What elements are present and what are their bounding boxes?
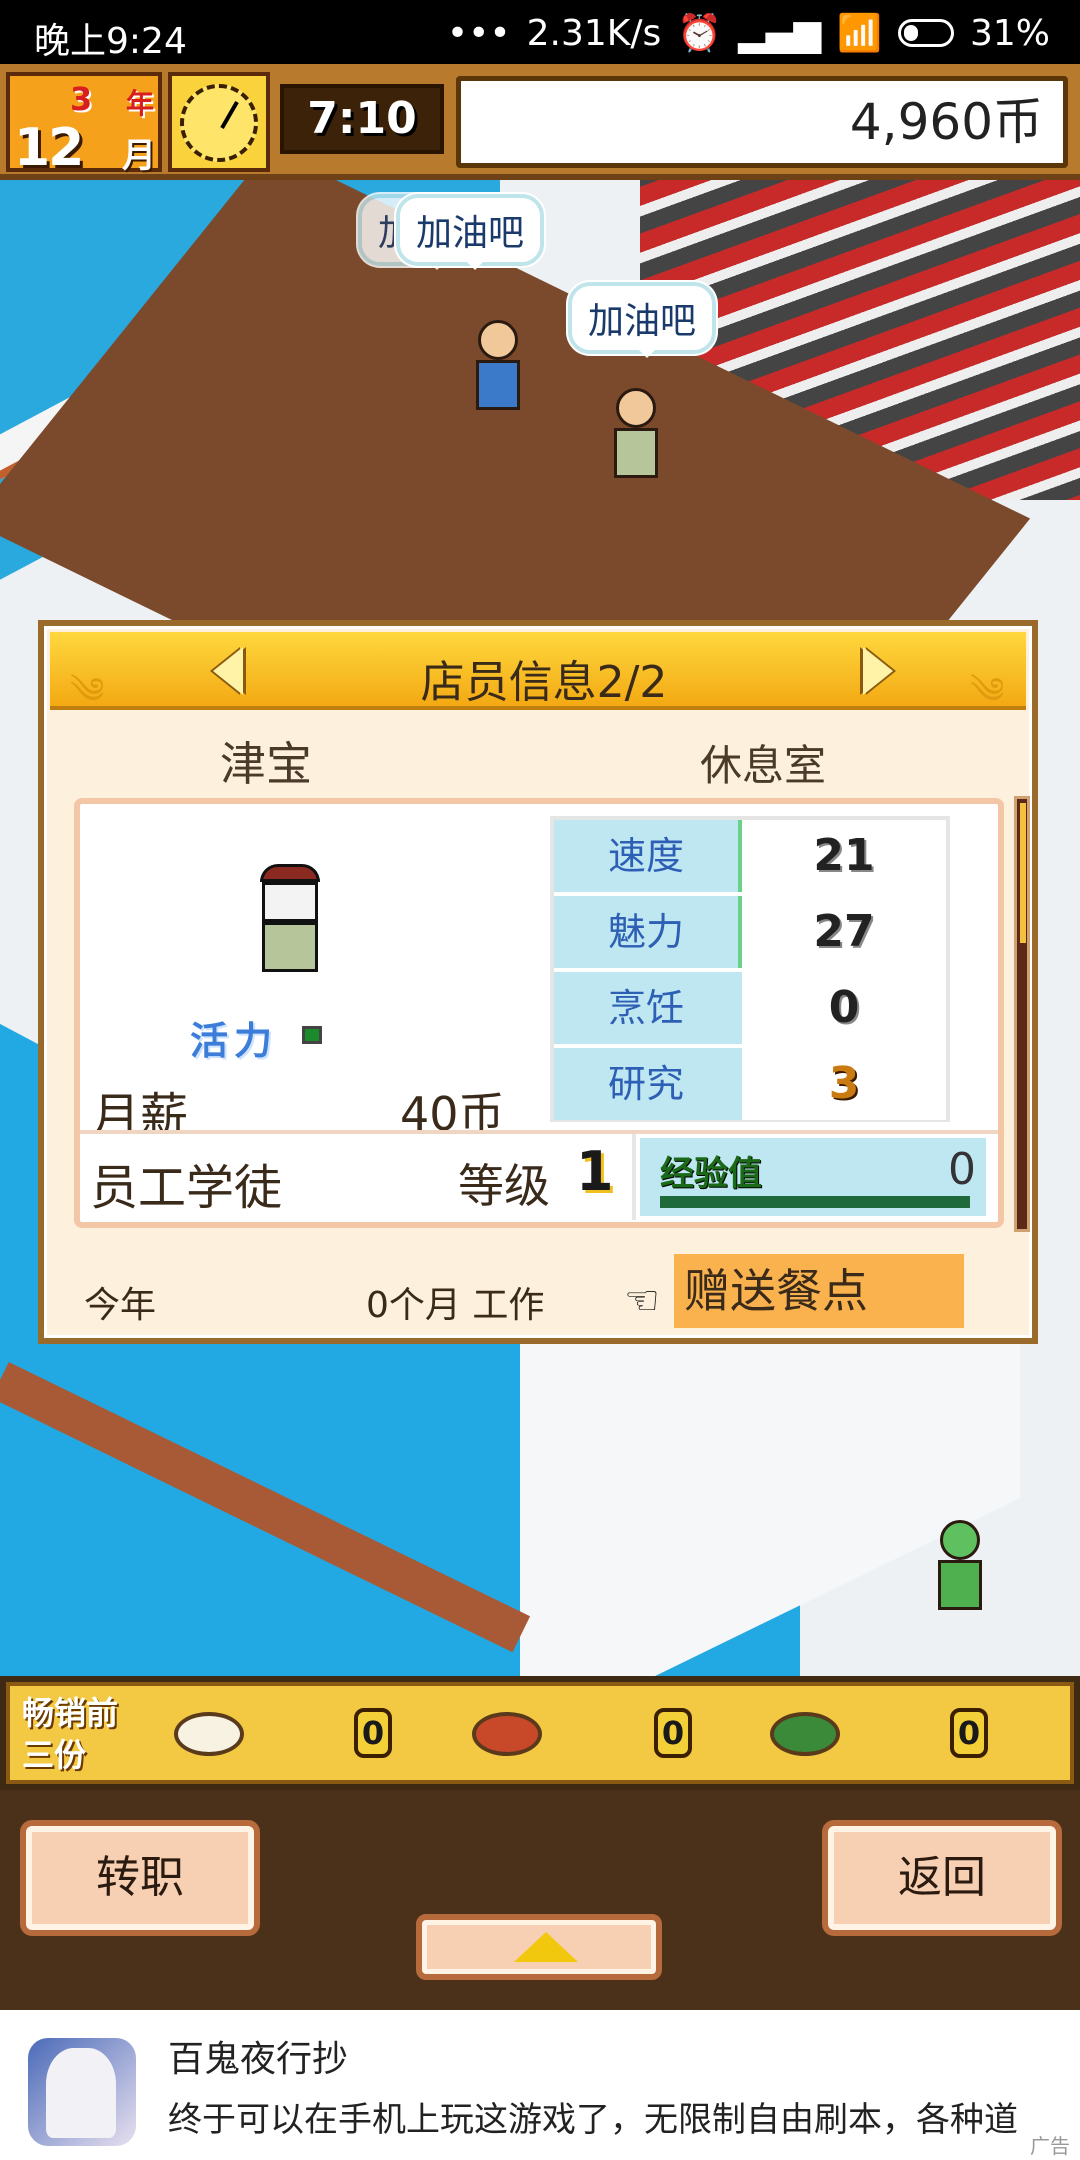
staff-character[interactable]	[476, 320, 520, 416]
network-speed: 2.31K/s	[526, 12, 662, 54]
stat-label: 速度	[554, 820, 742, 892]
experience-label: 经验值	[660, 1154, 762, 1194]
ad-tag: 广告	[1030, 2134, 1070, 2158]
status-time: 晚上9:24	[34, 21, 187, 62]
stat-row-charm: 魅力 27	[554, 896, 946, 968]
stat-value: 21	[742, 820, 946, 892]
character-head	[616, 388, 656, 428]
signal-icon: ▂▄▆	[738, 12, 822, 54]
dish-icon	[174, 1712, 244, 1756]
dish-count: 0	[654, 1708, 692, 1758]
more-dots: •••	[446, 12, 511, 54]
staff-info-panel: ༄ ༄ 店员信息2/2 津宝 休息室 活力 月薪 40币 速度 21 魅力 27…	[38, 620, 1038, 1344]
clock-icon	[168, 72, 270, 172]
battery-percent: 31%	[969, 12, 1050, 54]
back-button[interactable]: 返回	[822, 1820, 1062, 1936]
vitality-label: 活力	[190, 1019, 279, 1063]
top-hud: 3 年 12 月 7:10 4,960币	[0, 64, 1080, 180]
scrollbar-thumb[interactable]	[1020, 803, 1026, 943]
stat-label: 研究	[554, 1048, 742, 1120]
stat-label: 魅力	[554, 896, 742, 968]
character-body	[938, 1560, 982, 1610]
chevron-up-icon	[514, 1932, 578, 1962]
ad-banner[interactable]: 百鬼夜行抄 终于可以在手机上玩这游戏了，无限制自由刷本，各种道 广告	[0, 2010, 1080, 2160]
staff-name: 津宝	[220, 737, 312, 791]
dish-icon	[770, 1712, 840, 1756]
month-unit: 月	[122, 136, 156, 176]
panel-header: ༄ ༄ 店员信息2/2	[50, 632, 1026, 712]
next-staff-button[interactable]	[850, 642, 906, 700]
avatar-apron	[262, 922, 318, 972]
stat-row-research: 研究 3	[554, 1048, 946, 1120]
stat-value: 27	[742, 896, 946, 968]
character-head	[478, 320, 518, 360]
experience-value: 0	[948, 1144, 976, 1195]
alarm-icon: ⏰	[677, 13, 723, 54]
staff-card: 活力 月薪 40币 速度 21 魅力 27 烹饪 0 研究 3 员工学徒 等级 …	[74, 798, 1004, 1228]
staff-location: 休息室	[700, 741, 827, 790]
year-unit: 年	[126, 87, 155, 120]
game-time: 7:10	[280, 84, 444, 154]
status-icons: ••• 2.31K/s ⏰ ▂▄▆ 📶 31%	[446, 12, 1050, 55]
experience-box: 经验值 0	[640, 1138, 986, 1216]
stats-table: 速度 21 魅力 27 烹饪 0 研究 3	[550, 816, 950, 1122]
battery-icon	[897, 19, 954, 47]
status-bar: 晚上9:24 ••• 2.31K/s ⏰ ▂▄▆ 📶 31%	[0, 0, 1080, 64]
screen: 晚上9:24 ••• 2.31K/s ⏰ ▂▄▆ 📶 31% 3 年 12 月 …	[0, 0, 1080, 2160]
avatar-face	[262, 882, 318, 922]
speech-bubble: 加油吧	[568, 282, 717, 358]
best-seller-label: 畅销前三份	[22, 1694, 119, 1774]
arrow-right-icon	[863, 647, 893, 695]
year-value: 3	[70, 80, 93, 118]
work-duration: 0个月 工作	[366, 1285, 545, 1326]
pointing-hand-icon: ☜	[624, 1278, 660, 1324]
speech-bubble: 加油吧	[396, 194, 545, 270]
stat-value: 3	[742, 1048, 946, 1120]
dish-count: 0	[354, 1708, 392, 1758]
date-display: 3 年 12 月	[6, 72, 162, 178]
stat-value: 0	[742, 972, 946, 1044]
ad-app-icon[interactable]	[28, 2038, 136, 2146]
rank-info: 员工学徒 等级 1	[80, 1134, 636, 1220]
clock-face	[180, 84, 258, 162]
dish-icon	[472, 1712, 542, 1756]
character-head	[940, 1520, 980, 1560]
customer-character[interactable]	[938, 1520, 982, 1616]
year-label: 今年	[84, 1285, 157, 1326]
best-seller-panel: 畅销前三份 0 0 0	[6, 1682, 1074, 1784]
level-label: 等级	[458, 1159, 550, 1213]
month-value: 12	[14, 118, 84, 178]
ad-title[interactable]: 百鬼夜行抄	[168, 2030, 348, 2082]
staff-character[interactable]	[614, 388, 658, 484]
character-body	[476, 360, 520, 410]
expand-menu-button[interactable]	[416, 1914, 662, 1980]
bottom-menu: 转职 返回	[0, 1790, 1080, 2010]
rank-row: 员工学徒 等级 1 经验值 0	[80, 1130, 998, 1220]
panel-scrollbar[interactable]	[1014, 796, 1030, 1232]
staff-avatar	[260, 864, 324, 988]
gift-meal-button[interactable]: 赠送餐点	[674, 1254, 964, 1328]
avatar-hat	[260, 864, 320, 882]
vitality-bar	[302, 1026, 322, 1044]
ad-description[interactable]: 终于可以在手机上玩这游戏了，无限制自由刷本，各种道	[168, 2092, 1048, 2141]
clock-hand	[220, 101, 239, 129]
rank-title: 员工学徒	[90, 1160, 283, 1216]
stat-row-speed: 速度 21	[554, 820, 946, 892]
stat-label: 烹饪	[554, 972, 742, 1044]
dish-count: 0	[950, 1708, 988, 1758]
character-body	[614, 428, 658, 478]
wifi-icon: 📶	[837, 13, 882, 54]
best-seller-bar: 畅销前三份 0 0 0	[0, 1676, 1080, 1790]
money-display: 4,960币	[456, 76, 1068, 168]
stat-row-cooking: 烹饪 0	[554, 972, 946, 1044]
transfer-button[interactable]: 转职	[20, 1820, 260, 1936]
level-value: 1	[576, 1140, 614, 1203]
experience-bar	[660, 1196, 970, 1208]
